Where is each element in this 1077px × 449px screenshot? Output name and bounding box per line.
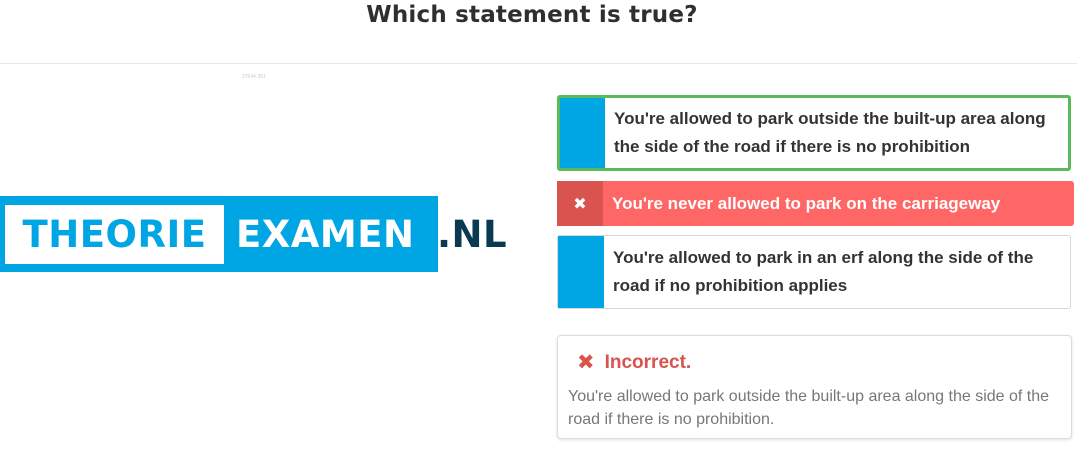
feedback-title: Incorrect. (604, 351, 692, 373)
answer-text: You're allowed to park in an erf along t… (613, 248, 1034, 295)
image-caption: 27644-351 (242, 74, 266, 80)
header-divider (0, 63, 1077, 64)
logo-tld: .NL (437, 213, 508, 256)
answer-text: You're never allowed to park on the carr… (612, 193, 1001, 213)
question-title: Which statement is true? (366, 2, 698, 28)
logo-part-examen: EXAMEN (236, 213, 415, 256)
answer-marker (560, 98, 605, 168)
answer-text: You're allowed to park outside the built… (614, 109, 1046, 156)
logo-part-theorie: THEORIE (5, 205, 224, 264)
quiz-page: Which statement is true? 27644-351 THEOR… (0, 0, 1077, 449)
close-icon: ✖ (557, 181, 603, 226)
feedback-panel: ✖ Incorrect. You're allowed to park outs… (557, 335, 1072, 439)
feedback-explanation: You're allowed to park outside the built… (568, 388, 1050, 428)
theorie-examen-logo: THEORIE EXAMEN (0, 196, 438, 272)
close-icon: ✖ (577, 351, 595, 374)
answer-marker (558, 236, 604, 308)
answer-option-1[interactable]: You're allowed to park outside the built… (557, 95, 1071, 171)
feedback-heading: ✖ Incorrect. (577, 350, 691, 375)
logo-box: THEORIE EXAMEN (0, 196, 438, 272)
answer-option-3[interactable]: You're allowed to park in an erf along t… (557, 235, 1071, 309)
answer-option-2[interactable]: ✖ You're never allowed to park on the ca… (557, 181, 1074, 226)
